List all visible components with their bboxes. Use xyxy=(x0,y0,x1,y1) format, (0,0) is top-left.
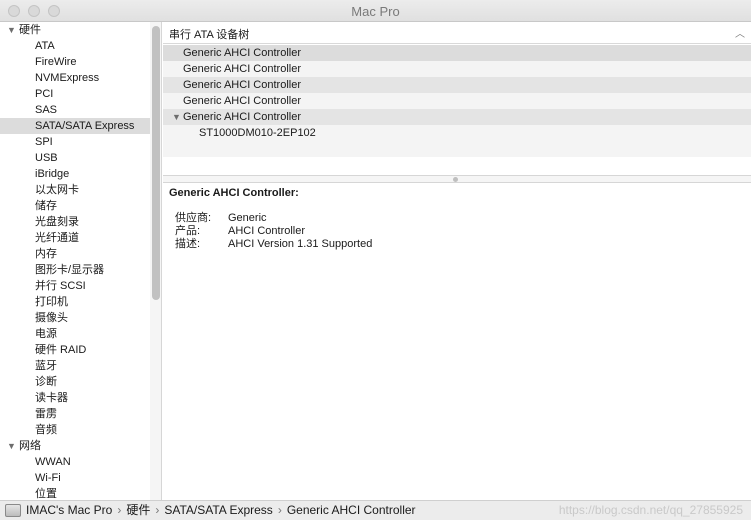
device-tree-row-label: Generic AHCI Controller xyxy=(183,95,301,107)
detail-field: 产品: AHCI Controller xyxy=(169,225,745,238)
device-tree-row-label: Generic AHCI Controller xyxy=(183,47,301,59)
device-tree-row[interactable]: Generic AHCI Controller xyxy=(163,93,751,109)
title-bar: Mac Pro xyxy=(0,0,751,22)
device-tree-row[interactable]: Generic AHCI Controller xyxy=(163,61,751,77)
sidebar-item[interactable]: 内存 xyxy=(0,246,150,262)
breadcrumb-item[interactable]: 硬件 xyxy=(126,503,150,517)
sidebar-item[interactable]: FireWire xyxy=(0,54,150,70)
detail-field: 描述: AHCI Version 1.31 Supported xyxy=(169,238,745,251)
sidebar-item[interactable]: NVMExpress xyxy=(0,70,150,86)
chevron-up-icon[interactable]: ︿ xyxy=(735,25,745,40)
disclosure-triangle-icon[interactable]: ▼ xyxy=(7,22,16,38)
sidebar-item[interactable]: 储存 xyxy=(0,198,150,214)
window-title: Mac Pro xyxy=(351,4,400,19)
sidebar-item[interactable]: 诊断 xyxy=(0,374,150,390)
sidebar-item[interactable]: PCI xyxy=(0,86,150,102)
detail-pane: Generic AHCI Controller: 供应商: Generic 产品: A… xyxy=(169,185,745,251)
device-tree-row[interactable]: ST1000DM010-2EP102 xyxy=(163,125,751,141)
detail-field-key: 产品: xyxy=(175,225,201,237)
sidebar-item[interactable]: 雷雳 xyxy=(0,406,150,422)
detail-field-value: Generic xyxy=(228,212,267,224)
chevron-right-icon: › xyxy=(117,503,122,517)
sidebar-item[interactable]: 光纤通道 xyxy=(0,230,150,246)
detail-field-value: AHCI Controller xyxy=(228,225,306,237)
device-tree-row[interactable]: ▼ Generic AHCI Controller xyxy=(163,109,751,125)
pane-splitter[interactable] xyxy=(163,175,751,183)
disclosure-triangle-icon[interactable]: ▼ xyxy=(172,109,181,125)
breadcrumb-item[interactable]: SATA/SATA Express xyxy=(164,503,272,517)
sidebar-item[interactable]: 电源 xyxy=(0,326,150,342)
sidebar-item[interactable]: WWAN xyxy=(0,454,150,470)
sidebar-item[interactable]: 以太网卡 xyxy=(0,182,150,198)
sidebar: ▼ 硬件 ATA FireWire NVMExpress PCI SAS SATA/SATA … xyxy=(0,22,150,500)
computer-icon xyxy=(5,504,21,517)
sidebar-item[interactable]: SAS xyxy=(0,102,150,118)
chevron-right-icon: › xyxy=(155,503,160,517)
sidebar-group[interactable]: ▼ 硬件 xyxy=(0,22,150,38)
device-tree-row-label: Generic AHCI Controller xyxy=(183,63,301,75)
device-tree-row[interactable]: Generic AHCI Controller xyxy=(163,45,751,61)
device-tree-empty-row xyxy=(163,157,751,173)
sidebar-item[interactable]: 摄像头 xyxy=(0,310,150,326)
main-panel: 串行 ATA 设备树 ︿ Generic AHCI Controller Gene… xyxy=(163,22,751,500)
device-tree-row-label: Generic AHCI Controller xyxy=(183,79,301,91)
device-tree-header[interactable]: 串行 ATA 设备树 ︿ xyxy=(163,22,751,44)
device-tree-row-label: Generic AHCI Controller xyxy=(183,111,301,123)
sidebar-item[interactable]: 图形卡/显示器 xyxy=(0,262,150,278)
detail-field-key: 描述: xyxy=(175,238,201,250)
device-tree-empty-row xyxy=(163,141,751,157)
sidebar-item[interactable]: 蓝牙 xyxy=(0,358,150,374)
sidebar-item[interactable]: ATA xyxy=(0,38,150,54)
sidebar-item[interactable]: 位置 xyxy=(0,486,150,500)
breadcrumb-item[interactable]: IMAC's Mac Pro xyxy=(26,503,112,517)
sidebar-scrollbar-thumb[interactable] xyxy=(152,26,160,300)
sidebar-item[interactable]: SATA/SATA Express xyxy=(0,118,150,134)
detail-field-key: 供应商: xyxy=(175,212,212,224)
sidebar-item[interactable]: 并行 SCSI xyxy=(0,278,150,294)
sidebar-item[interactable]: USB xyxy=(0,150,150,166)
sidebar-group-label: 网络 xyxy=(19,440,41,452)
sidebar-item[interactable]: 读卡器 xyxy=(0,390,150,406)
disclosure-triangle-icon[interactable]: ▼ xyxy=(7,438,16,454)
watermark: https://blog.csdn.net/qq_27855925 xyxy=(558,503,743,517)
detail-field: 供应商: Generic xyxy=(169,212,745,225)
sidebar-item[interactable]: 音频 xyxy=(0,422,150,438)
sidebar-item[interactable]: SPI xyxy=(0,134,150,150)
sidebar-item[interactable]: 硬件 RAID xyxy=(0,342,150,358)
breadcrumb: IMAC's Mac Pro › 硬件 › SATA/SATA Express › Gene… xyxy=(26,501,416,520)
sidebar-scrollbar[interactable] xyxy=(150,22,162,500)
sidebar-group[interactable]: ▼ 网络 xyxy=(0,438,150,454)
sidebar-item[interactable]: 打印机 xyxy=(0,294,150,310)
sidebar-item[interactable]: iBridge xyxy=(0,166,150,182)
device-tree-header-label: 串行 ATA 设备树 xyxy=(169,29,250,41)
sidebar-item[interactable]: 光盘刻录 xyxy=(0,214,150,230)
path-bar: IMAC's Mac Pro › 硬件 › SATA/SATA Express › Gene… xyxy=(0,500,751,520)
splitter-handle-icon[interactable] xyxy=(453,177,458,182)
sidebar-group-label: 硬件 xyxy=(19,24,41,36)
device-tree-row-label: ST1000DM010-2EP102 xyxy=(199,127,316,139)
detail-field-value: AHCI Version 1.31 Supported xyxy=(228,238,373,250)
sidebar-item[interactable]: Wi-Fi xyxy=(0,470,150,486)
detail-title: Generic AHCI Controller: xyxy=(169,187,299,199)
device-tree-row[interactable]: Generic AHCI Controller xyxy=(163,77,751,93)
breadcrumb-item[interactable]: Generic AHCI Controller xyxy=(287,503,416,517)
chevron-right-icon: › xyxy=(277,503,282,517)
